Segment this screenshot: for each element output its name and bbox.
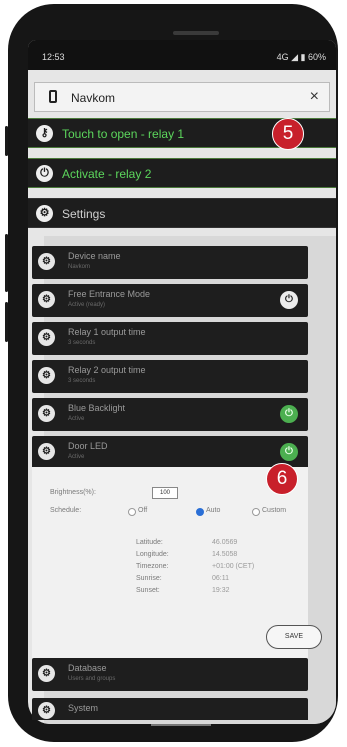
latitude-label: Latitude: bbox=[136, 539, 163, 546]
gear-icon: ⚙ bbox=[38, 253, 55, 270]
status-bar: 12:53 4G ◢ ▮ 60% bbox=[28, 40, 336, 70]
relay-2-activate-button[interactable]: ⏻ Activate - relay 2 bbox=[28, 158, 336, 188]
schedule-label: Schedule: bbox=[50, 507, 82, 514]
setting-database[interactable]: ⚙ Database Users and groups bbox=[32, 658, 308, 691]
setting-name: System bbox=[68, 703, 99, 713]
setting-relay-1-output-time[interactable]: ⚙ Relay 1 output time 3 seconds bbox=[32, 322, 308, 355]
settings-label: Settings bbox=[62, 207, 106, 221]
gear-icon: ⚙ bbox=[38, 329, 55, 346]
power-toggle-icon[interactable]: ⏻ bbox=[280, 405, 298, 423]
setting-door-led[interactable]: ⚙ Door LED Active ⏻ bbox=[32, 436, 308, 469]
sunrise-value: 06:11 bbox=[212, 575, 229, 582]
gear-icon: ⚙ bbox=[38, 443, 55, 460]
setting-value: Active (ready) bbox=[68, 302, 106, 308]
schedule-custom-radio[interactable] bbox=[252, 508, 260, 516]
setting-name: Database bbox=[68, 663, 107, 673]
setting-value: 3 seconds bbox=[68, 340, 96, 346]
brightness-label: Brightness(%): bbox=[50, 489, 96, 496]
setting-name: Device name bbox=[68, 251, 121, 261]
setting-name: Blue Backlight bbox=[68, 403, 126, 413]
settings-header[interactable]: ⚙ Settings bbox=[28, 198, 336, 228]
key-icon: ⚷ bbox=[36, 125, 53, 142]
app-title-bar: Navkom × bbox=[34, 82, 330, 112]
setting-name: Door LED bbox=[68, 441, 108, 451]
setting-name: Relay 2 output time bbox=[68, 365, 146, 375]
nav-bar bbox=[28, 720, 336, 734]
app-title: Navkom bbox=[71, 91, 116, 105]
setting-value: Navkom bbox=[68, 264, 91, 270]
longitude-label: Longitude: bbox=[136, 551, 169, 558]
setting-relay-2-output-time[interactable]: ⚙ Relay 2 output time 3 seconds bbox=[32, 360, 308, 393]
sunrise-label: Sunrise: bbox=[136, 575, 162, 582]
phone-frame: 12:53 4G ◢ ▮ 60% Navkom × ⚷ Touch to ope… bbox=[5, 4, 338, 742]
brightness-input[interactable]: 100 bbox=[152, 487, 178, 499]
setting-name: Free Entrance Mode bbox=[68, 289, 151, 299]
schedule-off-radio[interactable] bbox=[128, 508, 136, 516]
power-toggle-icon[interactable]: ⏻ bbox=[280, 443, 298, 461]
step-badge-6: 6 bbox=[266, 463, 298, 495]
schedule-off-label[interactable]: Off bbox=[138, 507, 147, 514]
gear-icon: ⚙ bbox=[38, 291, 55, 308]
schedule-custom-label[interactable]: Custom bbox=[262, 507, 286, 514]
setting-value: Users and groups bbox=[68, 676, 116, 682]
setting-free-entrance-mode[interactable]: ⚙ Free Entrance Mode Active (ready) ⏻ bbox=[32, 284, 308, 317]
earpiece-speaker bbox=[173, 31, 219, 35]
sunset-value: 19:32 bbox=[212, 587, 230, 594]
relay-1-label: Touch to open - relay 1 bbox=[62, 127, 185, 141]
latitude-value: 46.0569 bbox=[212, 539, 238, 546]
gear-icon: ⚙ bbox=[38, 702, 55, 719]
schedule-auto-radio[interactable] bbox=[196, 508, 204, 516]
step-badge-5: 5 bbox=[272, 118, 304, 150]
setting-name: Relay 1 output time bbox=[68, 327, 146, 337]
gear-icon: ⚙ bbox=[38, 665, 55, 682]
schedule-auto-label[interactable]: Auto bbox=[206, 507, 220, 514]
save-button[interactable]: SAVE bbox=[266, 625, 322, 649]
power-toggle-icon[interactable]: ⏻ bbox=[280, 291, 298, 309]
sunset-label: Sunset: bbox=[136, 587, 160, 594]
power-icon: ⏻ bbox=[36, 165, 53, 182]
gear-icon: ⚙ bbox=[36, 205, 53, 222]
gear-icon: ⚙ bbox=[38, 405, 55, 422]
setting-value: Active bbox=[68, 454, 85, 460]
close-icon[interactable]: × bbox=[310, 88, 319, 106]
phone-icon bbox=[49, 90, 57, 103]
setting-system[interactable]: ⚙ System bbox=[32, 698, 308, 720]
setting-value: Active bbox=[68, 416, 85, 422]
power-button bbox=[5, 302, 8, 342]
status-time: 12:53 bbox=[42, 52, 65, 62]
status-indicators: 4G ◢ ▮ 60% bbox=[276, 52, 326, 62]
setting-device-name[interactable]: ⚙ Device name Navkom bbox=[32, 246, 308, 279]
timezone-value: +01:00 (CET) bbox=[212, 563, 255, 570]
setting-value: 3 seconds bbox=[68, 378, 96, 384]
home-indicator[interactable] bbox=[151, 724, 211, 726]
door-led-panel: Brightness(%): 100 Schedule: Off Auto Cu… bbox=[32, 467, 322, 659]
gear-icon: ⚙ bbox=[38, 367, 55, 384]
setting-blue-backlight[interactable]: ⚙ Blue Backlight Active ⏻ bbox=[32, 398, 308, 431]
timezone-label: Timezone: bbox=[136, 563, 169, 570]
relay-2-label: Activate - relay 2 bbox=[62, 167, 152, 181]
longitude-value: 14.5058 bbox=[212, 551, 238, 558]
volume-button bbox=[5, 234, 8, 292]
volume-button bbox=[5, 126, 8, 156]
